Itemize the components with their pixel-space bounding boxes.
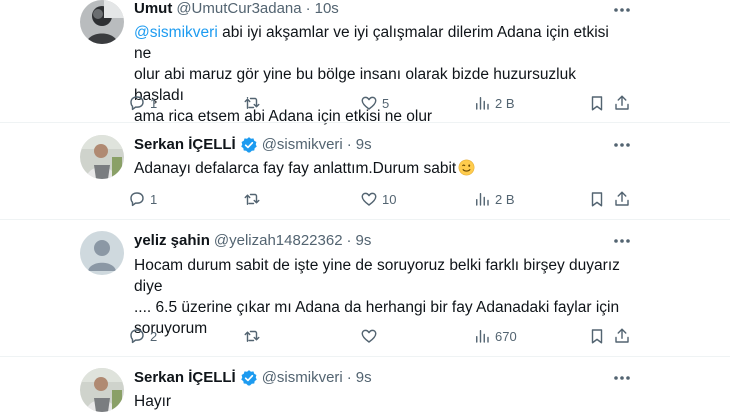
bookmark-icon [591,329,603,344]
verified-badge-icon [240,370,257,386]
avatar[interactable] [80,368,124,412]
like-icon [361,96,377,110]
like-button[interactable] [360,325,382,347]
avatar[interactable] [80,231,124,275]
tweet-text-line: Hayır [134,393,172,410]
more-options-icon[interactable] [612,368,632,388]
reply-count: 1 [150,95,158,111]
bookmark-icon [591,96,603,111]
tweet-actions: 1 10 2 B [128,188,631,210]
tweet-text-line: .... 6.5 üzerine çıkar mı Adana da herha… [134,299,620,316]
tweet-text: Adanayı defalarca fay fay anlattım.Durum… [134,158,630,179]
tweet-serkan-2[interactable]: Serkan İÇELLİ @sismikveri · 9s Hayır [0,357,730,420]
tweet-actions: 2 670 [128,325,631,347]
like-icon [361,192,377,206]
tweet-actions: 1 5 2 B [128,92,631,114]
share-button[interactable] [613,92,631,114]
separator-dot: · [346,232,352,249]
display-name[interactable]: Serkan İÇELLİ [134,368,236,388]
bookmark-button[interactable] [588,188,606,210]
like-icon [361,329,377,343]
share-button[interactable] [613,325,631,347]
tweet-umut[interactable]: Umut @UmutCur3adana · 10s @sismikveri ab… [0,0,730,125]
reply-count: 1 [150,191,158,207]
winking-face-emoji-icon [458,159,475,176]
more-options-icon[interactable] [612,135,632,155]
retweet-icon [244,193,260,205]
like-count: 5 [382,95,390,111]
user-handle[interactable]: @sismikveri [262,368,343,388]
user-handle[interactable]: @sismikveri [262,135,343,155]
avatar-image [80,368,124,412]
share-icon [615,95,629,110]
views-count: 670 [495,328,517,344]
more-options-icon[interactable] [612,231,632,251]
avatar[interactable] [80,135,124,179]
default-avatar-icon [80,231,124,275]
tweet-text-line: @sismikveri abi iyi akşamlar ve iyi çalı… [134,22,630,64]
reply-count: 2 [150,328,158,344]
verified-badge-icon [240,137,257,153]
reply-button[interactable]: 1 [128,188,157,210]
timestamp[interactable]: 9s [356,231,372,251]
tweet-header: Serkan İÇELLİ @sismikveri · 9s [134,368,372,388]
bookmark-button[interactable] [588,92,606,114]
views-icon [476,97,489,110]
reply-icon [130,192,144,207]
tweet-text: Hayır [134,391,630,412]
retweet-icon [244,330,260,342]
avatar[interactable] [80,0,124,44]
display-name[interactable]: Umut [134,0,172,19]
tweet-text-segment: Adanayı defalarca fay fay anlattım.Durum… [134,160,457,177]
tweet-serkan-1[interactable]: Serkan İÇELLİ @sismikveri · 9s Adanayı d… [0,123,730,220]
timestamp[interactable]: 9s [356,135,372,155]
retweet-button[interactable] [243,92,265,114]
user-handle[interactable]: @yelizah14822362 [214,231,343,251]
mention-link[interactable]: @sismikveri [134,24,218,41]
separator-dot: · [346,136,352,153]
views-button[interactable]: 670 [473,325,517,347]
avatar-image [80,0,124,44]
views-button[interactable]: 2 B [473,188,515,210]
bookmark-button[interactable] [588,325,606,347]
reply-button[interactable]: 2 [128,325,157,347]
reply-icon [130,329,144,344]
user-handle[interactable]: @UmutCur3adana [176,0,301,19]
timestamp[interactable]: 9s [356,368,372,388]
reply-icon [130,96,144,111]
tweet-yeliz[interactable]: yeliz şahin @yelizah14822362 · 9s Hocam … [0,220,730,356]
views-count: 2 B [495,191,515,207]
views-icon [476,330,489,343]
share-icon [615,328,629,343]
views-icon [476,193,489,206]
tweet-header: Umut @UmutCur3adana · 10s [134,0,339,19]
like-count: 10 [382,191,397,207]
display-name[interactable]: Serkan İÇELLİ [134,135,236,155]
tweet-text-line: Hocam durum sabit de işte yine de soruyo… [134,257,620,295]
timestamp[interactable]: 10s [315,0,339,19]
share-button[interactable] [613,188,631,210]
views-count: 2 B [495,95,515,111]
tweet-text-line: Adanayı defalarca fay fay anlattım.Durum… [134,158,630,179]
retweet-icon [244,97,260,109]
like-button[interactable]: 10 [360,188,396,210]
retweet-button[interactable] [243,325,265,347]
tweet-header: Serkan İÇELLİ @sismikveri · 9s [134,135,372,155]
display-name[interactable]: yeliz şahin [134,231,210,251]
separator-dot: · [305,0,311,17]
bookmark-icon [591,192,603,207]
avatar-image [80,135,124,179]
separator-dot: · [346,369,352,386]
tweet-header: yeliz şahin @yelizah14822362 · 9s [134,231,371,251]
views-button[interactable]: 2 B [473,92,515,114]
more-options-icon[interactable] [612,0,632,20]
like-button[interactable]: 5 [360,92,389,114]
reply-button[interactable]: 1 [128,92,157,114]
share-icon [615,191,629,206]
retweet-button[interactable] [243,188,265,210]
